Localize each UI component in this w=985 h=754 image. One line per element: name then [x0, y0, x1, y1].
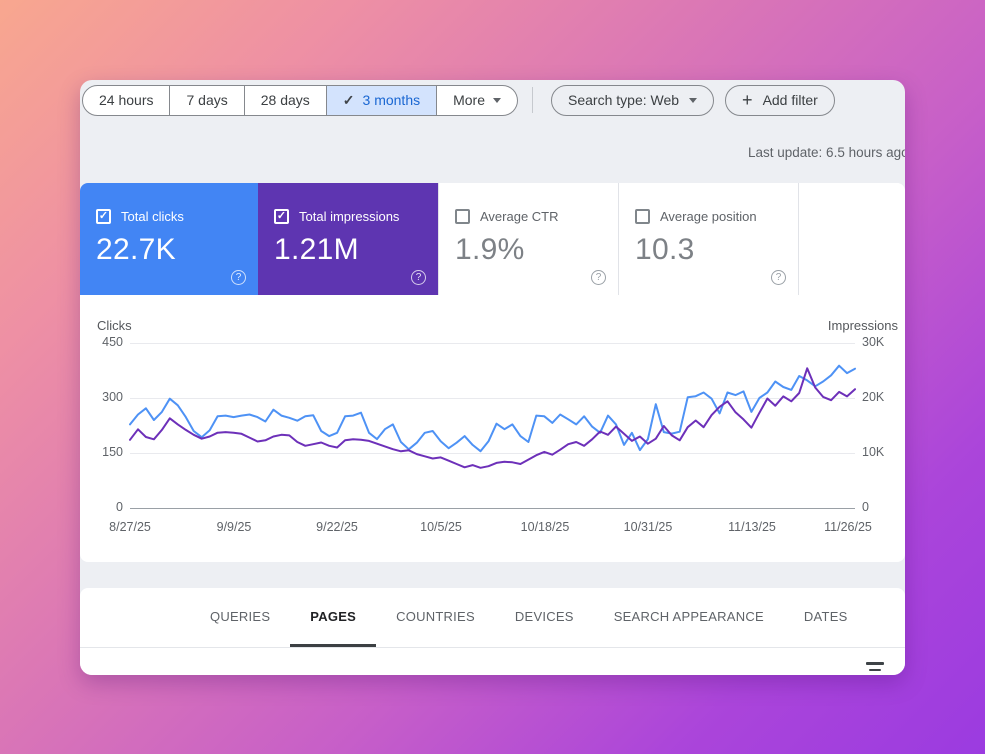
left-axis-tick: 300: [80, 390, 123, 404]
x-axis-tick: 10/5/25: [420, 520, 462, 534]
right-axis-tick: 10K: [862, 445, 884, 459]
add-filter-button[interactable]: + Add filter: [725, 85, 835, 116]
metric-label: Total impressions: [299, 209, 399, 224]
right-axis-tick: 0: [862, 500, 869, 514]
help-icon[interactable]: ?: [591, 270, 606, 285]
date-range-label: 3 months: [363, 92, 421, 108]
help-icon[interactable]: ?: [411, 270, 426, 285]
right-axis-tick: 30K: [862, 335, 884, 349]
checkbox-unchecked-icon[interactable]: [455, 209, 470, 224]
metric-card-total-impressions[interactable]: ✓ Total impressions 1.21M ?: [258, 183, 438, 295]
search-type-dropdown[interactable]: Search type: Web: [551, 85, 714, 116]
tab-countries[interactable]: COUNTRIES: [376, 588, 495, 647]
right-axis-title: Impressions: [828, 318, 898, 333]
checkbox-checked-icon[interactable]: ✓: [96, 209, 111, 224]
left-axis-tick: 0: [80, 500, 123, 514]
metric-card-total-clicks[interactable]: ✓ Total clicks 22.7K ?: [80, 183, 258, 295]
last-update-text: Last update: 6.5 hours ago: [748, 145, 905, 160]
x-axis-baseline: [130, 508, 855, 509]
chevron-down-icon: [689, 98, 697, 103]
metric-value: 22.7K: [96, 233, 258, 267]
tab-search-appearance[interactable]: SEARCH APPEARANCE: [594, 588, 784, 647]
date-range-more-dropdown[interactable]: More: [437, 85, 518, 116]
more-label: More: [453, 92, 485, 108]
search-type-label: Search type: Web: [568, 92, 679, 108]
metric-label: Average CTR: [480, 209, 559, 224]
toolbar: 24 hours 7 days 28 days ✓ 3 months More …: [82, 83, 835, 117]
filter-list-icon[interactable]: [866, 662, 884, 675]
metric-card-average-position[interactable]: Average position 10.3 ?: [618, 183, 798, 295]
dimensions-panel: QUERIES PAGES COUNTRIES DEVICES SEARCH A…: [80, 588, 905, 675]
metric-label: Total clicks: [121, 209, 184, 224]
help-icon[interactable]: ?: [771, 270, 786, 285]
toolbar-divider: [532, 87, 533, 113]
left-axis-tick: 150: [80, 445, 123, 459]
x-axis-tick: 9/22/25: [316, 520, 358, 534]
search-console-performance-card: 24 hours 7 days 28 days ✓ 3 months More …: [80, 80, 905, 675]
dimension-tabs: QUERIES PAGES COUNTRIES DEVICES SEARCH A…: [80, 588, 905, 648]
plus-icon: +: [742, 91, 753, 109]
performance-line-chart[interactable]: [130, 343, 855, 508]
check-icon: ✓: [343, 92, 355, 109]
help-icon[interactable]: ?: [231, 270, 246, 285]
add-filter-label: Add filter: [763, 92, 818, 108]
date-range-7-days[interactable]: 7 days: [170, 85, 244, 116]
x-axis-tick: 10/18/25: [521, 520, 570, 534]
metric-value: 1.21M: [274, 233, 438, 267]
metrics-row: ✓ Total clicks 22.7K ? ✓ Total impressio…: [80, 183, 905, 295]
checkbox-unchecked-icon[interactable]: [635, 209, 650, 224]
date-range-label: 28 days: [261, 92, 310, 108]
x-axis-tick: 8/27/25: [109, 520, 151, 534]
checkbox-checked-icon[interactable]: ✓: [274, 209, 289, 224]
x-axis-tick: 10/31/25: [624, 520, 673, 534]
right-axis-tick: 20K: [862, 390, 884, 404]
series-line-clicks: [130, 366, 855, 452]
left-axis-tick: 450: [80, 335, 123, 349]
date-range-group: 24 hours 7 days 28 days ✓ 3 months More: [82, 85, 518, 116]
left-axis-title: Clicks: [97, 318, 132, 333]
metric-label: Average position: [660, 209, 757, 224]
tab-devices[interactable]: DEVICES: [495, 588, 594, 647]
metric-card-empty: [798, 183, 905, 295]
x-axis-tick: 11/26/25: [824, 520, 872, 534]
metric-card-average-ctr[interactable]: Average CTR 1.9% ?: [438, 183, 618, 295]
series-line-impressions: [130, 368, 855, 468]
date-range-28-days[interactable]: 28 days: [245, 85, 327, 116]
date-range-label: 7 days: [186, 92, 227, 108]
metric-value: 1.9%: [455, 233, 618, 267]
date-range-3-months[interactable]: ✓ 3 months: [327, 85, 437, 116]
date-range-24-hours[interactable]: 24 hours: [82, 85, 170, 116]
metric-value: 10.3: [635, 233, 798, 267]
chevron-down-icon: [493, 98, 501, 103]
x-axis-tick: 9/9/25: [217, 520, 252, 534]
x-axis-tick: 11/13/25: [728, 520, 776, 534]
tab-queries[interactable]: QUERIES: [190, 588, 290, 647]
date-range-label: 24 hours: [99, 92, 153, 108]
tab-dates[interactable]: DATES: [784, 588, 868, 647]
tab-pages[interactable]: PAGES: [290, 588, 376, 647]
